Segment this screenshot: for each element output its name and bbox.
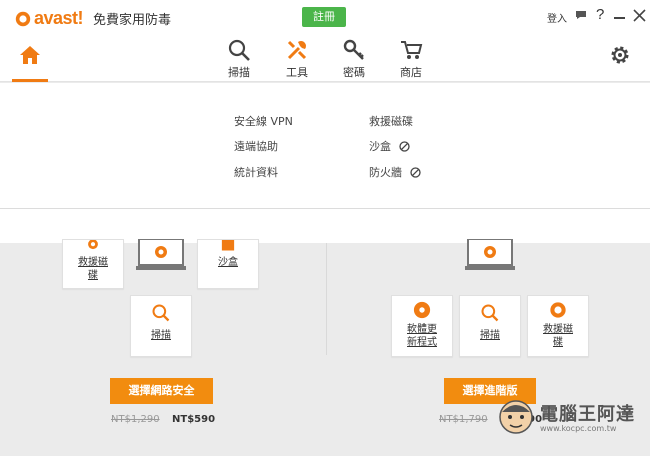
column-divider <box>326 243 327 355</box>
help-button[interactable]: ? <box>596 6 604 23</box>
feature-label: 救援磁碟 <box>78 257 108 281</box>
magnifier-icon <box>152 304 170 322</box>
watermark-text: 電腦王阿達 <box>540 404 635 425</box>
avast-logo-icon <box>15 11 31 26</box>
feature-card-rescue-disk[interactable]: 救援磁碟 <box>527 295 589 357</box>
tools-dropdown: 安全線 VPN 遠端協助 統計資料 救援磁碟 沙盒 防火牆 <box>0 83 650 209</box>
login-link[interactable]: 登入 <box>547 10 567 25</box>
tools-icon <box>287 40 307 60</box>
feature-card-sandbox[interactable]: 沙盒 <box>197 239 259 289</box>
menu-item-sandbox[interactable]: 沙盒 <box>369 138 410 154</box>
nav-password[interactable]: 密碼 <box>334 38 374 80</box>
laptop-icon <box>465 239 515 270</box>
nav-password-label: 密碼 <box>343 66 365 79</box>
new-price: NT$590 <box>172 414 216 425</box>
chat-icon[interactable] <box>575 10 587 20</box>
feature-card-scan[interactable]: 掃描 <box>130 295 192 357</box>
lifebuoy-icon <box>88 240 98 250</box>
ban-icon <box>410 166 421 178</box>
avast-logo: avast! <box>14 8 84 29</box>
feature-label: 救援磁碟 <box>543 324 573 348</box>
nav-tools-label: 工具 <box>286 66 308 79</box>
magnifier-icon <box>228 39 250 61</box>
close-icon[interactable] <box>633 9 646 22</box>
feature-label: 掃描 <box>480 330 500 341</box>
feature-label: 沙盒 <box>218 257 238 268</box>
update-icon <box>413 301 431 319</box>
lifebuoy-icon <box>550 302 566 318</box>
nav-scan-label: 掃描 <box>228 66 250 79</box>
sandbox-icon <box>221 240 235 251</box>
home-icon[interactable] <box>19 45 41 65</box>
top-bar: avast! 免費家用防毒 註冊 登入 ? 掃描 工具 密碼 商店 <box>0 0 650 82</box>
home-active-indicator <box>12 79 48 82</box>
choose-internet-security-button[interactable]: 選擇網路安全 <box>110 378 213 404</box>
nav-store[interactable]: 商店 <box>391 38 431 80</box>
menu-item-statistics[interactable]: 統計資料 <box>234 164 278 180</box>
ban-icon <box>399 140 410 152</box>
dropdown-spacer <box>0 209 650 243</box>
nav-store-label: 商店 <box>400 66 422 79</box>
menu-item-vpn[interactable]: 安全線 VPN <box>234 113 293 129</box>
feature-label: 軟體更新程式 <box>407 324 437 348</box>
nav-scan[interactable]: 掃描 <box>219 38 259 80</box>
watermark-url: www.kocpc.com.tw <box>540 424 617 433</box>
cart-icon <box>401 41 423 59</box>
feature-label: 掃描 <box>151 330 171 341</box>
logo-text: avast! <box>34 8 84 28</box>
gear-icon[interactable] <box>609 44 631 66</box>
old-price: NT$1,790 <box>439 414 488 425</box>
feature-card-rescue-disk[interactable]: 救援磁碟 <box>62 239 124 289</box>
menu-item-remote-assist[interactable]: 遠端協助 <box>234 138 278 154</box>
magnifier-icon <box>481 304 499 322</box>
menu-item-rescue-disk[interactable]: 救援磁碟 <box>369 113 413 129</box>
mascot-icon <box>499 400 533 434</box>
feature-card-software-updater[interactable]: 軟體更新程式 <box>391 295 453 357</box>
feature-card-scan[interactable]: 掃描 <box>459 295 521 357</box>
menu-item-firewall[interactable]: 防火牆 <box>369 164 421 180</box>
key-icon <box>343 39 364 60</box>
app-name: 免費家用防毒 <box>93 13 172 28</box>
laptop-icon <box>136 239 186 270</box>
minimize-button[interactable] <box>614 17 625 19</box>
nav-tools[interactable]: 工具 <box>277 38 317 80</box>
register-button[interactable]: 註冊 <box>302 7 346 27</box>
old-price: NT$1,290 <box>111 414 160 425</box>
